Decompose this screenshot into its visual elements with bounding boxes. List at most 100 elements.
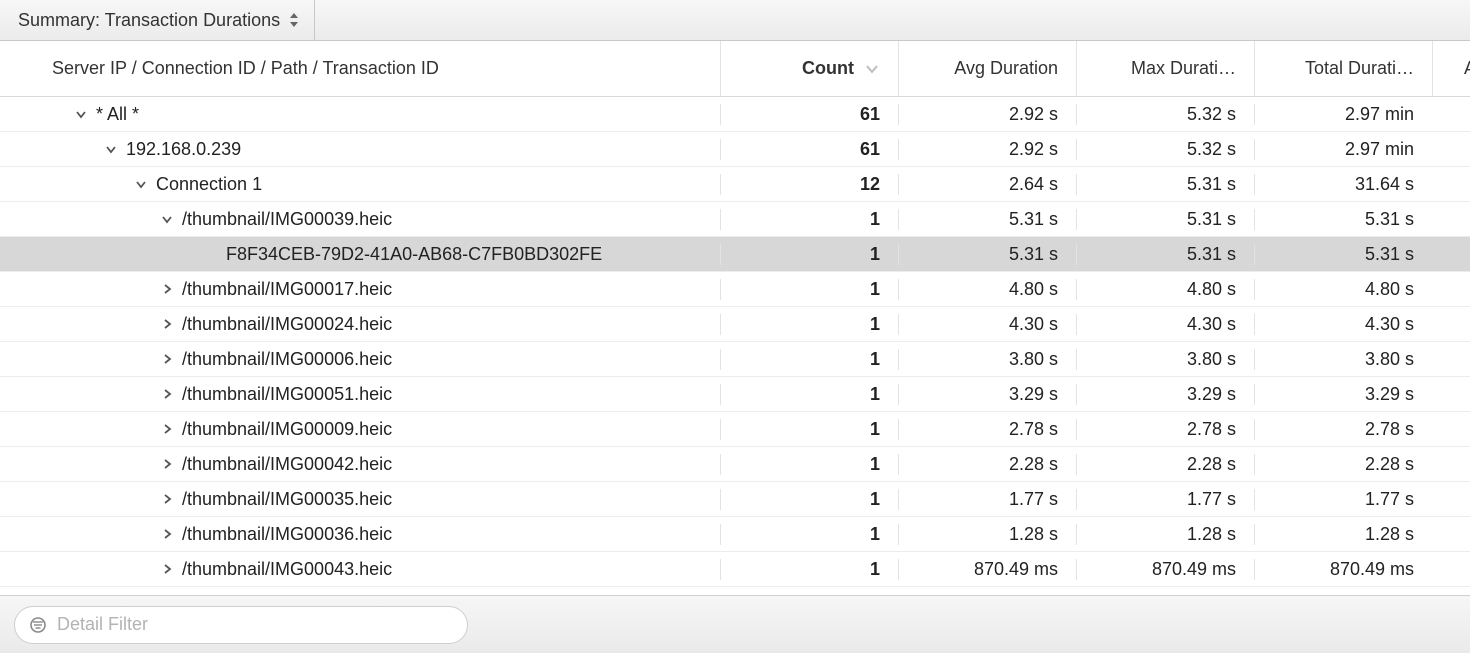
chevron-right-icon[interactable] — [160, 387, 174, 401]
cell-max: 3.80 s — [1076, 349, 1254, 370]
table-row[interactable]: Connection 1122.64 s5.31 s31.64 s — [0, 167, 1470, 202]
cell-avg: 1.77 s — [898, 489, 1076, 510]
cell-count: 1 — [720, 559, 898, 580]
cell-total: 3.80 s — [1254, 349, 1432, 370]
column-header-avg-label: Avg Duration — [954, 58, 1058, 79]
cell-count: 61 — [720, 139, 898, 160]
cell-avg: 4.30 s — [898, 314, 1076, 335]
cell-avg: 870.49 ms — [898, 559, 1076, 580]
detail-filter[interactable] — [14, 606, 468, 644]
cell-avg: 2.28 s — [898, 454, 1076, 475]
column-header-count[interactable]: Count — [720, 41, 898, 96]
cell-count: 1 — [720, 244, 898, 265]
cell-total: 2.97 min — [1254, 139, 1432, 160]
cell-count: 1 — [720, 419, 898, 440]
cell-total: 5.31 s — [1254, 209, 1432, 230]
row-label: /thumbnail/IMG00042.heic — [182, 454, 392, 475]
cell-count: 1 — [720, 524, 898, 545]
column-header-total-label: Total Durati… — [1305, 58, 1414, 79]
chevron-right-icon[interactable] — [160, 352, 174, 366]
row-label: /thumbnail/IMG00036.heic — [182, 524, 392, 545]
column-header-extra-label: A — [1464, 58, 1470, 79]
table-body: * All *612.92 s5.32 s2.97 min192.168.0.2… — [0, 97, 1470, 595]
table-row[interactable]: F8F34CEB-79D2-41A0-AB68-C7FB0BD302FE15.3… — [0, 237, 1470, 272]
row-label: /thumbnail/IMG00035.heic — [182, 489, 392, 510]
table-row[interactable]: /thumbnail/IMG00042.heic12.28 s2.28 s2.2… — [0, 447, 1470, 482]
table-row[interactable]: /thumbnail/IMG00035.heic11.77 s1.77 s1.7… — [0, 482, 1470, 517]
cell-total: 2.28 s — [1254, 454, 1432, 475]
cell-avg: 1.28 s — [898, 524, 1076, 545]
table-row[interactable]: * All *612.92 s5.32 s2.97 min — [0, 97, 1470, 132]
cell-avg: 3.29 s — [898, 384, 1076, 405]
cell-count: 1 — [720, 384, 898, 405]
row-label: 192.168.0.239 — [126, 139, 241, 160]
cell-max: 5.32 s — [1076, 139, 1254, 160]
column-header-avg[interactable]: Avg Duration — [898, 41, 1076, 96]
cell-total: 4.80 s — [1254, 279, 1432, 300]
updown-icon — [288, 12, 300, 28]
table-row[interactable]: /thumbnail/IMG00017.heic14.80 s4.80 s4.8… — [0, 272, 1470, 307]
table-row[interactable]: /thumbnail/IMG00039.heic15.31 s5.31 s5.3… — [0, 202, 1470, 237]
cell-avg: 3.80 s — [898, 349, 1076, 370]
table-row[interactable]: /thumbnail/IMG00006.heic13.80 s3.80 s3.8… — [0, 342, 1470, 377]
cell-max: 4.30 s — [1076, 314, 1254, 335]
chevron-down-icon[interactable] — [160, 212, 174, 226]
column-header-path[interactable]: Server IP / Connection ID / Path / Trans… — [0, 41, 720, 96]
cell-total: 2.97 min — [1254, 104, 1432, 125]
cell-total: 5.31 s — [1254, 244, 1432, 265]
cell-max: 870.49 ms — [1076, 559, 1254, 580]
chevron-right-icon[interactable] — [160, 422, 174, 436]
cell-count: 1 — [720, 349, 898, 370]
row-label: * All * — [96, 104, 139, 125]
row-label: /thumbnail/IMG00039.heic — [182, 209, 392, 230]
chevron-down-icon[interactable] — [74, 107, 88, 121]
chevron-right-icon[interactable] — [160, 492, 174, 506]
cell-total: 1.28 s — [1254, 524, 1432, 545]
column-header-path-label: Server IP / Connection ID / Path / Trans… — [52, 58, 439, 79]
cell-max: 1.77 s — [1076, 489, 1254, 510]
column-headers: Server IP / Connection ID / Path / Trans… — [0, 41, 1470, 97]
table-row[interactable]: 192.168.0.239 612.92 s5.32 s2.97 min — [0, 132, 1470, 167]
column-header-total[interactable]: Total Durati… — [1254, 41, 1432, 96]
table-row[interactable]: /thumbnail/IMG00043.heic1870.49 ms870.49… — [0, 552, 1470, 587]
chevron-right-icon[interactable] — [160, 527, 174, 541]
table-row[interactable]: /thumbnail/IMG00024.heic14.30 s4.30 s4.3… — [0, 307, 1470, 342]
row-label: /thumbnail/IMG00006.heic — [182, 349, 392, 370]
row-label: /thumbnail/IMG00009.heic — [182, 419, 392, 440]
cell-count: 1 — [720, 489, 898, 510]
cell-max: 2.78 s — [1076, 419, 1254, 440]
cell-max: 5.31 s — [1076, 174, 1254, 195]
cell-max: 5.31 s — [1076, 244, 1254, 265]
chevron-down-icon — [864, 61, 880, 77]
chevron-right-icon[interactable] — [160, 562, 174, 576]
column-header-max-label: Max Durati… — [1131, 58, 1236, 79]
cell-count: 61 — [720, 104, 898, 125]
chevron-down-icon[interactable] — [104, 142, 118, 156]
cell-max: 5.31 s — [1076, 209, 1254, 230]
cell-total: 3.29 s — [1254, 384, 1432, 405]
cell-total: 1.77 s — [1254, 489, 1432, 510]
table-row[interactable]: /thumbnail/IMG00051.heic13.29 s3.29 s3.2… — [0, 377, 1470, 412]
cell-avg: 2.64 s — [898, 174, 1076, 195]
summary-selector-label: Summary: Transaction Durations — [18, 10, 280, 31]
chevron-right-icon[interactable] — [160, 317, 174, 331]
summary-selector[interactable]: Summary: Transaction Durations — [0, 0, 315, 40]
row-label: /thumbnail/IMG00051.heic — [182, 384, 392, 405]
table-row[interactable]: /thumbnail/IMG00036.heic11.28 s1.28 s1.2… — [0, 517, 1470, 552]
cell-avg: 2.92 s — [898, 139, 1076, 160]
chevron-down-icon[interactable] — [134, 177, 148, 191]
toolbar: Summary: Transaction Durations — [0, 0, 1470, 41]
chevron-right-icon[interactable] — [160, 282, 174, 296]
cell-count: 1 — [720, 314, 898, 335]
row-label: /thumbnail/IMG00024.heic — [182, 314, 392, 335]
cell-avg: 2.92 s — [898, 104, 1076, 125]
cell-max: 3.29 s — [1076, 384, 1254, 405]
row-label: /thumbnail/IMG00043.heic — [182, 559, 392, 580]
column-header-max[interactable]: Max Durati… — [1076, 41, 1254, 96]
column-header-extra[interactable]: A — [1432, 41, 1470, 96]
table-row[interactable]: /thumbnail/IMG00009.heic12.78 s2.78 s2.7… — [0, 412, 1470, 447]
chevron-right-icon[interactable] — [160, 457, 174, 471]
detail-filter-input[interactable] — [57, 614, 453, 635]
cell-avg: 5.31 s — [898, 209, 1076, 230]
cell-total: 2.78 s — [1254, 419, 1432, 440]
